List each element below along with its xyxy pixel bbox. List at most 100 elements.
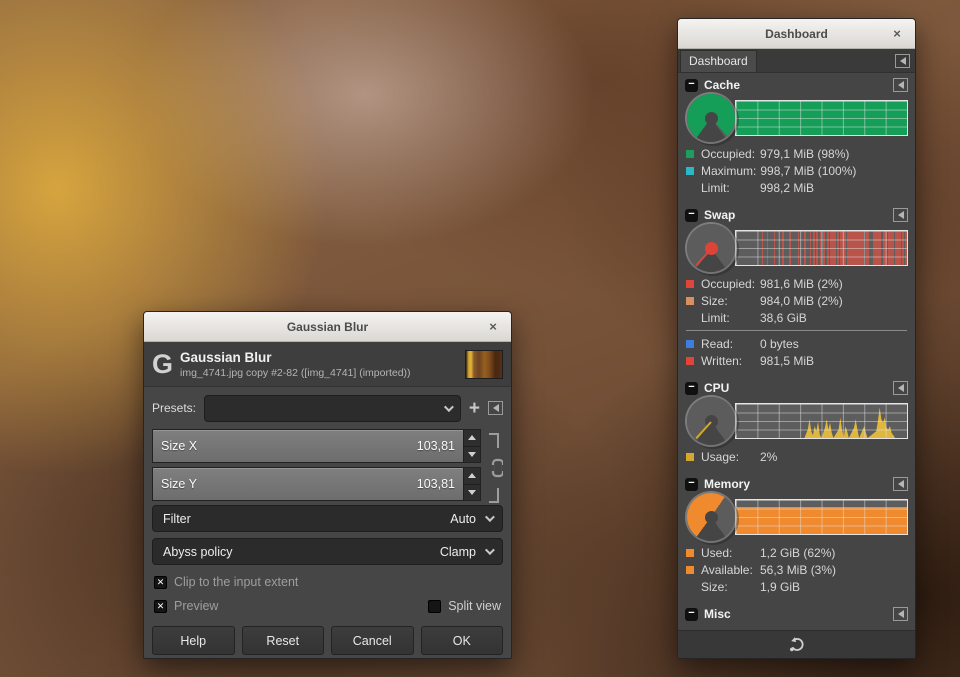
section-menu-button[interactable] [893,607,908,621]
spin-down-button[interactable] [464,446,480,463]
legend-swatch [686,549,694,557]
dialog-titlebar[interactable]: Gaussian Blur × [144,312,511,342]
spin-down-button[interactable] [464,484,480,501]
legend-label: Limit: [701,181,760,195]
legend-label: Used: [701,546,760,560]
swap-legend: Occupied:981,6 MiB (2%) Size:984,0 MiB (… [678,272,915,376]
section-title: Cache [704,78,740,92]
section-memory-header: − Memory [678,472,915,495]
help-button[interactable]: Help [152,626,235,655]
meter-bar [735,499,908,535]
size-y-spinner [463,468,480,500]
reset-button[interactable]: Reset [242,626,325,655]
meter-gauge [687,94,735,142]
legend-row: Maximum:998,7 MiB (100%) [686,162,907,179]
memory-meter [685,496,908,538]
legend-row: Read:0 bytes [686,335,907,352]
section-swap-header: − Swap [678,203,915,226]
triangle-left-icon [900,57,906,65]
legend-row: Occupied:981,6 MiB (2%) [686,275,907,292]
size-y-row: Size Y 103,81 [152,467,481,501]
legend-divider [686,330,907,331]
legend-label: Size: [701,294,760,308]
legend-swatch [686,150,694,158]
section-menu-button[interactable] [893,208,908,222]
legend-swatch [686,167,694,175]
meter-grid [736,101,907,135]
presets-label: Presets: [152,401,196,415]
legend-swatch [686,453,694,461]
triangle-left-icon [898,610,904,618]
clip-row: ✕ Clip to the input extent [154,571,501,593]
collapse-icon[interactable]: − [685,608,698,621]
split-view-checkbox[interactable] [428,600,441,613]
reset-history-icon[interactable] [788,636,805,653]
legend-row: Usage:2% [686,448,907,465]
meter-bar [735,230,908,266]
legend-value: 998,2 MiB [760,181,814,195]
triangle-left-icon [493,404,499,412]
chain-link-icon[interactable] [485,431,503,505]
cpu-legend: Usage:2% [678,445,915,472]
legend-value: 1,9 GiB [760,580,800,594]
preview-row: ✕ Preview Split view [154,595,501,617]
spin-up-button[interactable] [464,430,480,446]
legend-row: Used:1,2 GiB (62%) [686,544,907,561]
legend-row: Written:981,5 MiB [686,352,907,369]
collapse-icon[interactable]: − [685,478,698,491]
section-memory: − Memory Used:1,2 GiB (62%) Available:56… [678,472,915,602]
filter-label: Filter [163,512,441,526]
meter-grid [736,404,907,438]
preview-label: Preview [174,599,218,613]
arrow-up-icon [468,473,476,478]
dialog-header-titles: Gaussian Blur img_4741.jpg copy #2-82 ([… [180,350,457,379]
cancel-button[interactable]: Cancel [331,626,414,655]
legend-value: 979,1 MiB (98%) [760,147,849,161]
spin-up-button[interactable] [464,468,480,484]
size-x-spinner [463,430,480,462]
tab-dashboard[interactable]: Dashboard [680,50,757,72]
collapse-icon[interactable]: − [685,209,698,222]
presets-combo[interactable] [204,395,461,422]
filter-select[interactable]: Filter Auto [152,505,503,532]
preview-checkbox[interactable]: ✕ [154,600,167,613]
ok-button[interactable]: OK [421,626,504,655]
dashboard-titlebar[interactable]: Dashboard × [678,19,915,49]
close-icon[interactable]: × [889,26,905,42]
panel-menu-button[interactable] [895,54,910,68]
abyss-policy-select[interactable]: Abyss policy Clamp [152,538,503,565]
collapse-icon[interactable]: − [685,382,698,395]
dashboard-tabrow: Dashboard [678,49,915,73]
dashboard-window-title: Dashboard [765,27,828,41]
section-swap: − Swap Occupied:981,6 MiB (2%) Size:984,… [678,203,915,376]
arrow-down-icon [468,452,476,457]
triangle-left-icon [898,211,904,219]
section-menu-button[interactable] [893,381,908,395]
meter-grid [736,500,907,534]
add-preset-icon[interactable]: + [469,399,480,418]
section-cpu: − CPU Usage:2% [678,376,915,472]
collapse-icon[interactable]: − [685,79,698,92]
image-thumbnail [465,350,503,379]
section-menu-button[interactable] [893,78,908,92]
filter-value: Auto [450,512,476,526]
abyss-policy-value: Clamp [440,545,476,559]
clip-checkbox[interactable]: ✕ [154,576,167,589]
section-title: Misc [704,607,731,621]
legend-label: Read: [701,337,760,351]
meter-gauge [687,397,735,445]
legend-label: Occupied: [701,277,760,291]
split-view-label: Split view [448,599,501,613]
section-menu-button[interactable] [893,477,908,491]
meter-bar [735,100,908,136]
meter-gauge [687,493,735,541]
dialog-window-title: Gaussian Blur [287,320,368,334]
presets-menu-button[interactable] [488,401,503,415]
gaussian-blur-dialog: Gaussian Blur × G Gaussian Blur img_4741… [143,311,512,659]
gegl-logo-icon: G [152,351,172,378]
close-icon[interactable]: × [485,319,501,335]
size-y-slider[interactable]: Size Y 103,81 [153,468,463,500]
size-x-slider[interactable]: Size X 103,81 [153,430,463,462]
image-name: img_4741.jpg copy #2-82 ([img_4741] (imp… [180,367,457,379]
swap-meter [685,227,908,269]
